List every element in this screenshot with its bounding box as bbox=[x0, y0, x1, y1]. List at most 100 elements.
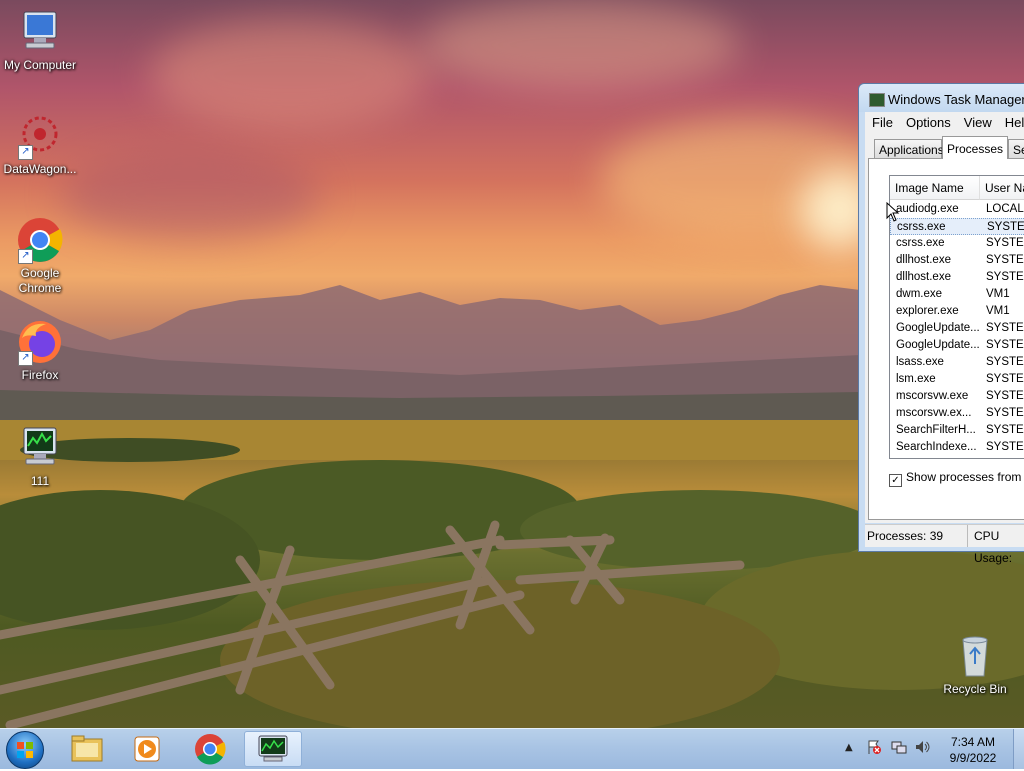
table-row[interactable]: SearchProtoc... SYSTEM bbox=[890, 456, 1024, 458]
window-body: Applications Processes Services Image Na… bbox=[865, 134, 1024, 523]
table-row[interactable]: lsass.exe SYSTEM bbox=[890, 354, 1024, 371]
process-user-name: SYSTEM bbox=[987, 221, 1024, 233]
task-manager-icon bbox=[869, 93, 885, 107]
tab-applications[interactable]: Applications bbox=[874, 139, 944, 158]
status-cpu-usage: CPU Usage: bbox=[967, 525, 1024, 565]
start-button[interactable] bbox=[6, 731, 44, 769]
table-row[interactable]: SearchIndexe... SYSTEM bbox=[890, 439, 1024, 456]
table-row[interactable]: csrss.exe SYSTEM bbox=[890, 218, 1024, 235]
process-user-name: VM1 bbox=[986, 305, 1010, 317]
task-manager-window[interactable]: Windows Task Manager FileOptionsViewHelp… bbox=[858, 83, 1024, 565]
table-row[interactable]: csrss.exe SYSTEM bbox=[890, 235, 1024, 252]
process-image-name: GoogleUpdate... bbox=[896, 339, 980, 351]
folder-icon bbox=[71, 735, 103, 762]
process-image-name: GoogleUpdate... bbox=[896, 322, 980, 334]
process-image-name: SearchFilterH... bbox=[896, 424, 976, 436]
mouse-cursor-icon bbox=[886, 202, 900, 222]
table-row[interactable]: audiodg.exe LOCAL ... bbox=[890, 201, 1024, 218]
shortcut-arrow-icon: ↗ bbox=[18, 351, 33, 366]
desktop-icon-recycle-bin[interactable]: Recycle Bin bbox=[935, 632, 1015, 697]
process-user-name: SYSTEM bbox=[986, 441, 1024, 453]
menu-file[interactable]: File bbox=[865, 112, 899, 130]
table-row[interactable]: dwm.exe VM1 bbox=[890, 286, 1024, 303]
process-user-name: SYSTEM bbox=[986, 373, 1024, 385]
table-row[interactable]: mscorsvw.exe SYSTEM bbox=[890, 388, 1024, 405]
menu-view[interactable]: View bbox=[957, 112, 998, 130]
process-image-name: explorer.exe bbox=[896, 305, 959, 317]
show-desktop-button[interactable] bbox=[1013, 729, 1024, 769]
column-header-user-name[interactable]: User Name bbox=[980, 176, 1024, 200]
status-bar: Processes: 39 CPU Usage: bbox=[865, 524, 1024, 565]
process-image-name: SearchProtoc... bbox=[896, 456, 980, 458]
task-manager-shortcut-icon bbox=[16, 424, 64, 472]
taskbar-chrome-button[interactable] bbox=[181, 731, 239, 767]
process-image-name: lsass.exe bbox=[896, 356, 944, 368]
desktop-icon-label: Google Chrome bbox=[18, 266, 62, 295]
taskbar-explorer-button[interactable] bbox=[58, 731, 116, 767]
desktop-icon-label: 111 bbox=[30, 474, 50, 488]
system-clock[interactable]: 7:34 AM 9/9/2022 bbox=[940, 734, 1006, 766]
desktop-icon-datawagon[interactable]: ↗ DataWagon... bbox=[0, 112, 80, 177]
volume-icon[interactable] bbox=[914, 739, 930, 758]
menu-options[interactable]: Options bbox=[899, 112, 957, 130]
action-center-flag-icon[interactable] bbox=[866, 739, 882, 758]
desktop-icon-label: My Computer bbox=[3, 58, 77, 72]
desktop-icon-label: DataWagon... bbox=[3, 162, 77, 176]
process-user-name: SYSTEM bbox=[986, 390, 1024, 402]
process-image-name: mscorsvw.exe bbox=[896, 390, 969, 402]
window-title: Windows Task Manager bbox=[888, 92, 1024, 107]
table-row[interactable]: GoogleUpdate... SYSTEM bbox=[890, 320, 1024, 337]
desktop-icon-111[interactable]: 111 bbox=[0, 424, 80, 489]
clock-time: 7:34 AM bbox=[950, 735, 996, 749]
desktop-icon-firefox[interactable]: ↗ Firefox bbox=[0, 318, 80, 383]
column-header-image-name[interactable]: Image Name bbox=[890, 176, 980, 200]
process-image-name: dwm.exe bbox=[896, 288, 943, 300]
desktop-icon-label: Recycle Bin bbox=[943, 682, 1007, 696]
table-row[interactable]: lsm.exe SYSTEM bbox=[890, 371, 1024, 388]
sort-asc-icon: ^ bbox=[934, 176, 938, 179]
process-user-name: SYSTEM bbox=[986, 424, 1024, 436]
media-player-icon bbox=[134, 736, 160, 762]
table-row[interactable]: dllhost.exe SYSTEM bbox=[890, 252, 1024, 269]
table-row[interactable]: GoogleUpdate... SYSTEM bbox=[890, 337, 1024, 354]
process-image-name: audiodg.exe bbox=[896, 203, 959, 215]
desktop-icon-my-computer[interactable]: My Computer bbox=[0, 8, 80, 73]
process-user-name: SYSTEM bbox=[986, 322, 1024, 334]
wallpaper-cloud bbox=[60, 150, 320, 240]
process-user-name: SYSTEM bbox=[986, 339, 1024, 351]
status-processes: Processes: 39 bbox=[867, 529, 944, 543]
process-image-name: mscorsvw.ex... bbox=[896, 407, 972, 419]
process-user-name: SYSTEM bbox=[986, 237, 1024, 249]
process-user-name: SYSTEM bbox=[986, 356, 1024, 368]
table-row[interactable]: explorer.exe VM1 bbox=[890, 303, 1024, 320]
wallpaper-fence bbox=[0, 520, 745, 728]
chrome-icon bbox=[195, 734, 226, 765]
process-image-name: csrss.exe bbox=[897, 221, 946, 233]
table-row[interactable]: mscorsvw.ex... SYSTEM bbox=[890, 405, 1024, 422]
taskbar-task-manager-button[interactable] bbox=[244, 731, 302, 767]
table-row[interactable]: dllhost.exe SYSTEM bbox=[890, 269, 1024, 286]
checkbox-icon[interactable]: ✓ bbox=[889, 474, 902, 487]
menu-help[interactable]: Help bbox=[998, 112, 1024, 130]
tab-processes[interactable]: Processes bbox=[942, 136, 1008, 159]
taskbar-media-player-button[interactable] bbox=[118, 731, 176, 767]
recycle-bin-icon bbox=[951, 632, 999, 680]
process-list[interactable]: Image Name ^ User Name audiodg.exe LOCAL … bbox=[889, 175, 1024, 459]
desktop-icon-label: Firefox bbox=[21, 368, 59, 382]
taskbar: ▲ 7:34 AM 9/9/2022 bbox=[0, 728, 1024, 769]
show-hidden-icons-chevron-icon[interactable]: ▲ bbox=[845, 742, 853, 753]
show-all-processes-checkbox[interactable]: ✓ Show processes from all users bbox=[889, 470, 1024, 487]
network-icon[interactable] bbox=[891, 739, 907, 758]
process-user-name: SYSTEM bbox=[986, 254, 1024, 266]
process-image-name: dllhost.exe bbox=[896, 271, 951, 283]
firefox-icon: ↗ bbox=[16, 318, 64, 366]
wallpaper-cloud bbox=[420, 0, 740, 90]
tab-services[interactable]: Services bbox=[1008, 139, 1024, 158]
window-title-bar[interactable]: Windows Task Manager bbox=[859, 84, 1024, 112]
show-all-label: Show processes from all users bbox=[906, 470, 1024, 484]
desktop-icon-google-chrome[interactable]: ↗ Google Chrome bbox=[0, 216, 80, 296]
table-row[interactable]: SearchFilterH... SYSTEM bbox=[890, 422, 1024, 439]
wallpaper-cloud bbox=[150, 20, 430, 130]
chrome-icon: ↗ bbox=[16, 216, 64, 264]
process-image-name: SearchIndexe... bbox=[896, 441, 977, 453]
